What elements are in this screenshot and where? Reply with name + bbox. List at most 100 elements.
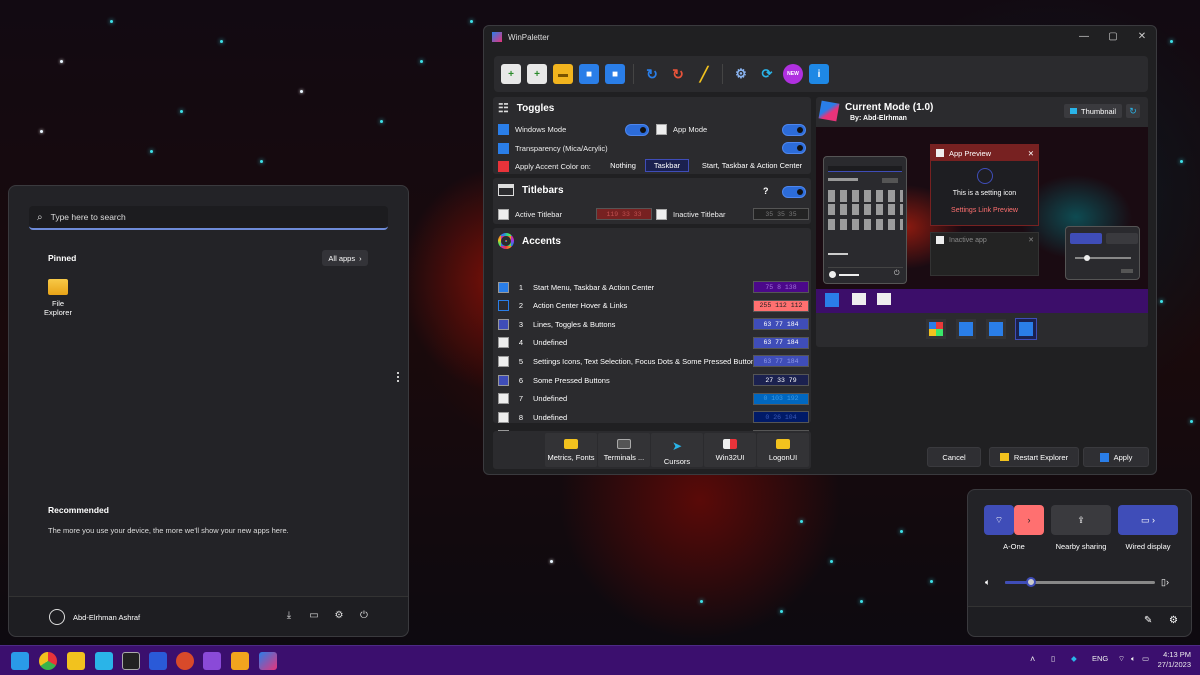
whats-new-icon[interactable]: NEW [783,64,803,84]
powerpoint-icon[interactable] [176,652,194,670]
open-folder-icon[interactable]: ▬ [553,64,573,84]
help-button[interactable]: ? [763,186,769,196]
battery-icon[interactable]: ▭ [1142,654,1149,663]
edit-icon[interactable]: ╱ [694,64,714,84]
accent-color-value[interactable]: 75 8 138 [753,281,809,293]
option-taskbar[interactable]: Taskbar [645,159,689,172]
win11-logo-icon[interactable] [1015,318,1037,340]
clock[interactable]: 4:13 PM 27/1/2023 [1155,650,1191,670]
new-icon[interactable]: + [501,64,521,84]
volume-icon[interactable]: 🔈︎ [1131,654,1136,664]
reset-icon[interactable]: ↻ [668,64,688,84]
sliders-icon: ☷ [498,101,509,115]
file-explorer-tile[interactable]: File Explorer [37,279,79,317]
visual-studio-icon[interactable] [203,652,221,670]
file-explorer-icon[interactable] [67,652,85,670]
new-from-icon[interactable]: + [527,64,547,84]
wired-display-button[interactable]: ▭ › [1118,505,1178,535]
accent-color-value[interactable]: 0 26 104 [753,411,809,424]
transparency-toggle[interactable] [782,142,806,154]
volume-slider[interactable] [1005,577,1155,587]
search-box[interactable]: ⌕ Type here to search [29,206,388,230]
scroll-dots[interactable] [397,372,399,382]
windows-mode-toggle[interactable] [625,124,649,136]
option-all[interactable]: Start, Taskbar & Action Center [696,159,808,172]
accent-label: Undefined [533,338,568,348]
settings-icon[interactable]: ⚙ [731,64,751,84]
accent-color-value[interactable]: 0 103 192 [753,392,809,405]
titlebars-toggle[interactable] [782,186,806,198]
terminal-icon[interactable] [122,652,140,670]
gear-icon[interactable]: ⚙ [1169,615,1178,626]
downloads-icon[interactable]: ⤓ [283,610,295,622]
nearby-sharing-button[interactable]: ⇪ [1051,505,1111,535]
thumbnail-button[interactable]: Thumbnail [1064,104,1122,118]
windows-mode-icon [498,124,509,135]
cursors-button[interactable]: ➤ Cursors [651,433,703,467]
win10-logo-icon[interactable] [986,319,1006,339]
apply-button[interactable]: Apply [1083,447,1149,467]
chevron-up-icon[interactable]: ˄ [1030,654,1035,664]
wifi-icon[interactable]: ⌔ [1118,654,1125,664]
active-titlebar-color[interactable]: 119 33 33 [596,208,652,220]
terminal-icon [617,439,631,449]
maximize-button[interactable]: ▢ [1106,30,1120,44]
win32ui-button[interactable]: Win32UI [704,433,756,467]
update-icon[interactable]: ⟳ [757,64,777,84]
accent-icon [498,411,509,423]
snip-icon[interactable] [231,652,249,670]
wifi-toggle[interactable]: ⌔ [984,505,1014,535]
security-icon[interactable]: ◆ [1071,654,1077,663]
accent-row: 4 Undefined 63 77 184 [498,335,809,351]
save-as-icon[interactable]: ■ [605,64,625,84]
app-mode-icon [656,124,667,135]
logonui-button[interactable]: LogonUI [757,433,809,467]
win7-logo-icon[interactable] [926,319,946,339]
audio-output-icon[interactable]: ▯› [1161,577,1169,588]
app-mode-toggle[interactable] [782,124,806,136]
accent-color-value[interactable]: 63 77 184 [753,318,809,331]
accent-color-value[interactable]: 63 77 184 [753,355,809,368]
terminals-button[interactable]: Terminals ... [598,433,650,467]
cancel-button[interactable]: Cancel [927,447,981,467]
app-logo-icon [492,32,502,42]
refresh-preview-icon[interactable]: ↻ [1126,104,1140,118]
lock-icon [776,439,790,449]
save-icon[interactable]: ■ [579,64,599,84]
volume-icon[interactable]: 🔈︎ [985,577,990,588]
start-button[interactable] [11,652,29,670]
accent-icon [498,355,509,367]
restart-explorer-button[interactable]: Restart Explorer [989,447,1079,467]
word-icon[interactable] [149,652,167,670]
wifi-expand[interactable]: › [1014,505,1044,535]
gear-icon[interactable]: ⚙ [333,610,345,622]
language-indicator[interactable]: ENG [1092,654,1108,663]
settings-link-preview: Settings Link Preview [951,207,1018,214]
metrics-fonts-button[interactable]: Metrics, Fonts [545,433,597,467]
folder-icon[interactable]: ▭ [308,610,320,622]
user-button[interactable]: Abd-Elrhman Ashraf [49,609,140,625]
chrome-icon[interactable] [39,652,57,670]
app-mode-label: App Mode [673,125,708,134]
power-icon[interactable]: ⏻ [358,610,370,622]
refresh-icon[interactable]: ↻ [642,64,662,84]
option-nothing[interactable]: Nothing [605,159,641,172]
winpaletter-icon[interactable] [259,652,277,670]
volume-thumb[interactable] [1025,577,1036,587]
toolbar: + + ▬ ■ ■ ↻ ↻ ╱ ⚙ ⟳ NEW i [494,56,1148,92]
control-panel-icon[interactable] [95,652,113,670]
accent-color-value[interactable]: 27 33 79 [753,374,809,386]
logonui-label: LogonUI [768,453,798,462]
accent-number: 5 [518,356,524,366]
accent-color-value[interactable]: 255 112 112 [753,299,809,312]
inactive-titlebar-color[interactable]: 35 35 35 [753,208,809,220]
win8-logo-icon[interactable] [956,319,976,339]
edit-icon[interactable]: ✎ [1144,615,1152,626]
all-apps-button[interactable]: All apps › [322,250,368,266]
user-name: Abd-Elrhman Ashraf [73,612,141,622]
accent-color-value[interactable]: 63 77 184 [753,336,809,349]
about-icon[interactable]: i [809,64,829,84]
close-button[interactable]: ✕ [1135,30,1149,44]
usb-icon[interactable]: ▯ [1051,654,1055,663]
minimize-button[interactable]: — [1077,30,1091,44]
